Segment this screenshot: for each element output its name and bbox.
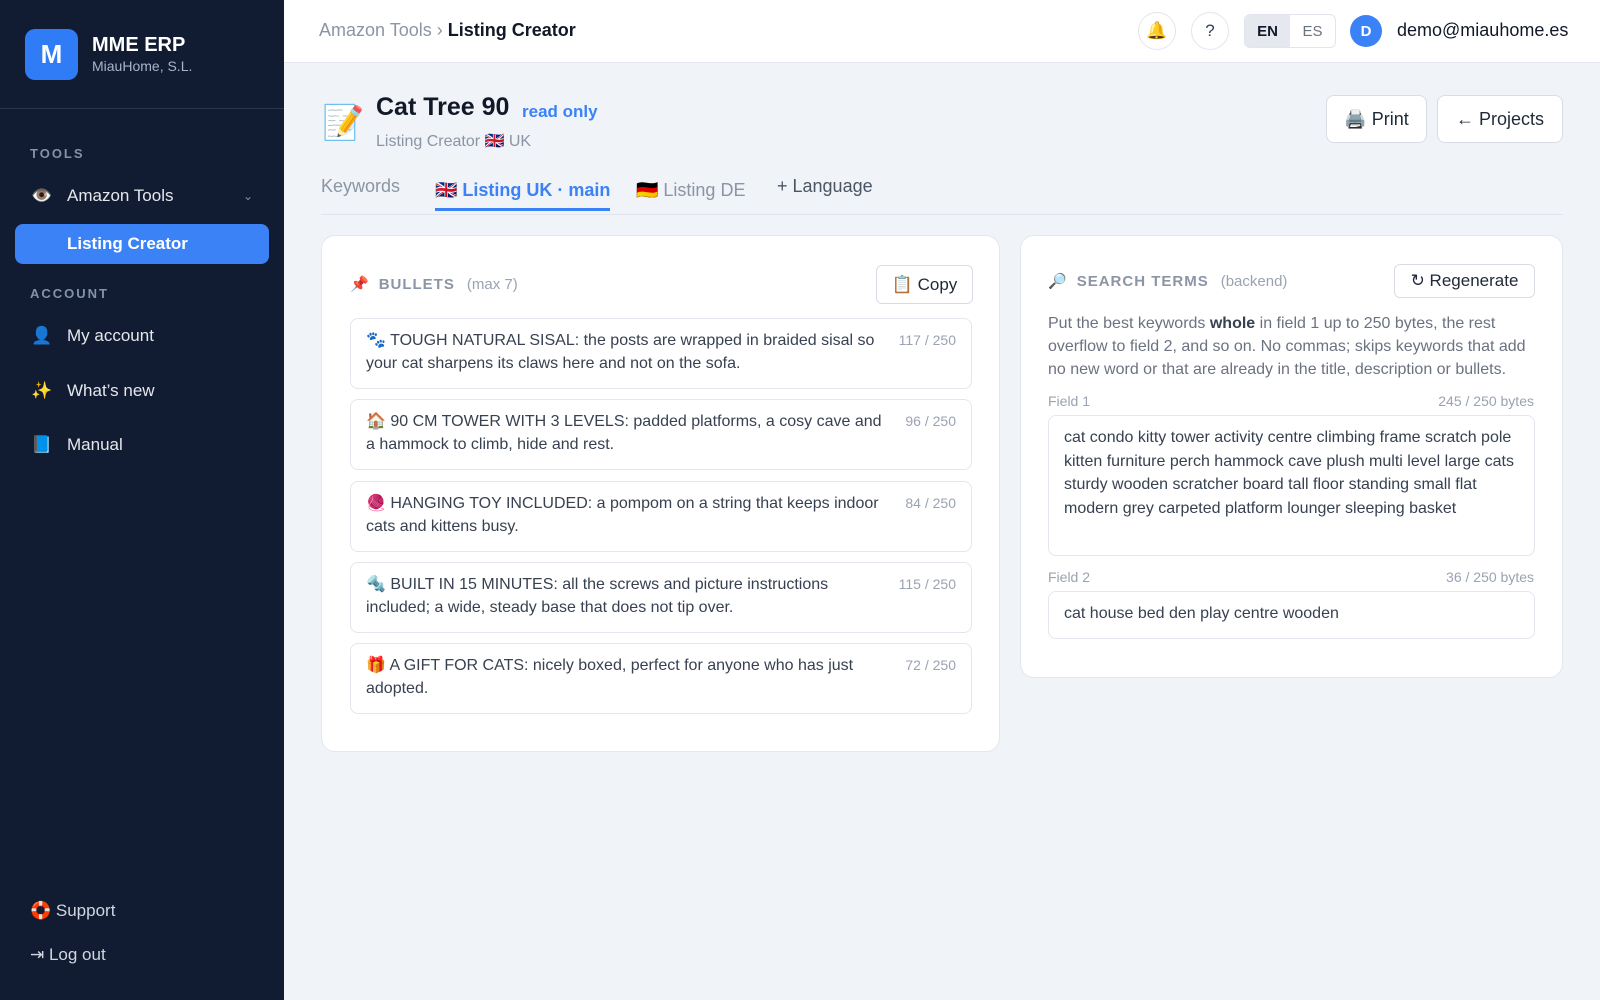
regenerate-button[interactable]: ↻ Regenerate: [1394, 264, 1535, 298]
sidebar-item-label: Manual: [67, 435, 123, 454]
account-section-label: ACCOUNT: [30, 286, 109, 301]
sparkles-icon: ✨: [31, 381, 53, 400]
search-terms-description: Put the best keywords whole in field 1 u…: [1048, 315, 1526, 378]
pushpin-icon: 📌: [350, 276, 369, 293]
tab-keywords[interactable]: Keywords: [321, 176, 400, 197]
sidebar: M MME ERP MiauHome, S.L. TOOLS 👁️ Amazon…: [0, 0, 284, 1000]
user-icon: 👤: [31, 326, 53, 345]
lang-es-button[interactable]: ES: [1290, 15, 1335, 47]
sidebar-item-label: What’s new: [67, 381, 155, 400]
page-title: Cat Tree 90: [376, 93, 510, 121]
bullet-item[interactable]: 🧶 HANGING TOY INCLUDED: a pompom on a st…: [350, 481, 972, 552]
top-bar: Amazon Tools › Listing Creator 🔔 ? EN ES…: [284, 0, 1600, 63]
breadcrumb-separator: ›: [431, 20, 448, 40]
tab-listing-de[interactable]: 🇩🇪 Listing DE: [636, 180, 745, 201]
support-link[interactable]: 🛟 Support: [30, 901, 115, 921]
sidebar-item-whats-new[interactable]: ✨ What’s new: [15, 371, 269, 411]
bullet-char-count: 96 / 250: [905, 413, 956, 429]
bullets-header: 📌 BULLETS (max 7): [350, 275, 518, 293]
add-language-button[interactable]: + Language: [777, 176, 873, 197]
bullet-text: 🐾 TOUGH NATURAL SISAL: the posts are wra…: [366, 332, 875, 372]
sidebar-item-my-account[interactable]: 👤 My account: [15, 316, 269, 356]
sidebar-item-listing-creator[interactable]: Listing Creator: [15, 224, 269, 264]
book-icon: 📘: [31, 435, 53, 454]
bullet-item[interactable]: 🏠 90 CM TOWER WITH 3 LEVELS: padded plat…: [350, 399, 972, 470]
breadcrumb-parent[interactable]: Amazon Tools: [319, 20, 432, 40]
copy-button[interactable]: 📋 Copy: [876, 265, 973, 304]
chevron-down-icon: ⌄: [242, 189, 253, 203]
app-logo: M: [25, 28, 78, 80]
user-email[interactable]: demo@miauhome.es: [1397, 20, 1568, 41]
bullets-card: 📌 BULLETS (max 7) 📋 Copy 🐾 TOUGH NATURAL…: [321, 235, 1000, 752]
help-button[interactable]: ?: [1191, 12, 1229, 50]
search-terms-header: 🔎 SEARCH TERMS (backend): [1048, 272, 1287, 290]
notifications-button[interactable]: 🔔: [1138, 12, 1176, 50]
bullet-char-count: 115 / 250: [898, 576, 956, 592]
bullet-text: 🔩 BUILT IN 15 MINUTES: all the screws an…: [366, 576, 829, 616]
eye-icon: 👁️: [31, 186, 53, 205]
help-icon: ?: [1205, 21, 1215, 40]
magnifier-icon: 🔎: [1048, 273, 1067, 290]
brand: M MME ERP MiauHome, S.L.: [0, 0, 284, 109]
sidebar-item-amazon-tools[interactable]: 👁️ Amazon Tools ⌄: [15, 176, 269, 216]
bullet-char-count: 84 / 250: [905, 495, 956, 511]
breadcrumb-current: Listing Creator: [447, 20, 576, 40]
logout-link[interactable]: ⇥ Log out: [30, 945, 106, 965]
field-2-label: Field 2: [1048, 569, 1091, 585]
bullets-title: BULLETS: [378, 276, 455, 293]
field-1-byte-count: 245 / 250 bytes: [1438, 393, 1534, 409]
field-2-textarea[interactable]: cat house bed den play centre wooden: [1048, 591, 1535, 639]
bullet-item[interactable]: 🐾 TOUGH NATURAL SISAL: the posts are wra…: [350, 318, 972, 389]
lang-en-button[interactable]: EN: [1245, 15, 1290, 47]
search-terms-title: SEARCH TERMS: [1076, 273, 1209, 290]
tabs-divider: [321, 214, 1563, 215]
projects-button[interactable]: ← Projects: [1437, 95, 1563, 143]
read-only-badge: read only: [522, 102, 598, 121]
avatar[interactable]: D: [1350, 15, 1382, 47]
field-2-byte-count: 36 / 250 bytes: [1446, 569, 1534, 585]
sidebar-item-manual[interactable]: 📘 Manual: [15, 425, 269, 465]
memo-icon: 📝: [322, 104, 365, 142]
bullet-char-count: 117 / 250: [898, 332, 956, 348]
bell-icon: 🔔: [1146, 21, 1168, 40]
bullets-hint: (max 7): [466, 276, 518, 293]
page-subtitle: Listing Creator 🇬🇧 UK: [376, 133, 532, 150]
bullet-text: 🎁 A GIFT FOR CATS: nicely boxed, perfect…: [366, 657, 854, 697]
bullet-item[interactable]: 🔩 BUILT IN 15 MINUTES: all the screws an…: [350, 562, 972, 633]
field-1-textarea[interactable]: cat condo kitty tower activity centre cl…: [1048, 415, 1535, 556]
app-name: MME ERP: [92, 34, 186, 56]
language-toggle: EN ES: [1244, 14, 1336, 48]
bullet-text: 🏠 90 CM TOWER WITH 3 LEVELS: padded plat…: [366, 413, 882, 453]
field-1-label: Field 1: [1048, 393, 1091, 409]
company-name: MiauHome, S.L.: [92, 58, 193, 74]
tab-listing-uk[interactable]: 🇬🇧 Listing UK · main: [435, 180, 611, 211]
bullet-char-count: 72 / 250: [905, 657, 956, 673]
sidebar-item-label: My account: [67, 326, 154, 345]
print-button[interactable]: 🖨️ Print: [1326, 95, 1427, 143]
search-terms-hint: (backend): [1220, 273, 1288, 290]
bullet-item[interactable]: 🎁 A GIFT FOR CATS: nicely boxed, perfect…: [350, 643, 972, 714]
breadcrumb: Amazon Tools › Listing Creator: [319, 20, 576, 41]
search-terms-card: 🔎 SEARCH TERMS (backend) ↻ Regenerate Pu…: [1020, 235, 1563, 678]
bullet-text: 🧶 HANGING TOY INCLUDED: a pompom on a st…: [366, 495, 879, 535]
tools-section-label: TOOLS: [30, 146, 85, 161]
sidebar-item-label: Amazon Tools: [67, 186, 174, 205]
